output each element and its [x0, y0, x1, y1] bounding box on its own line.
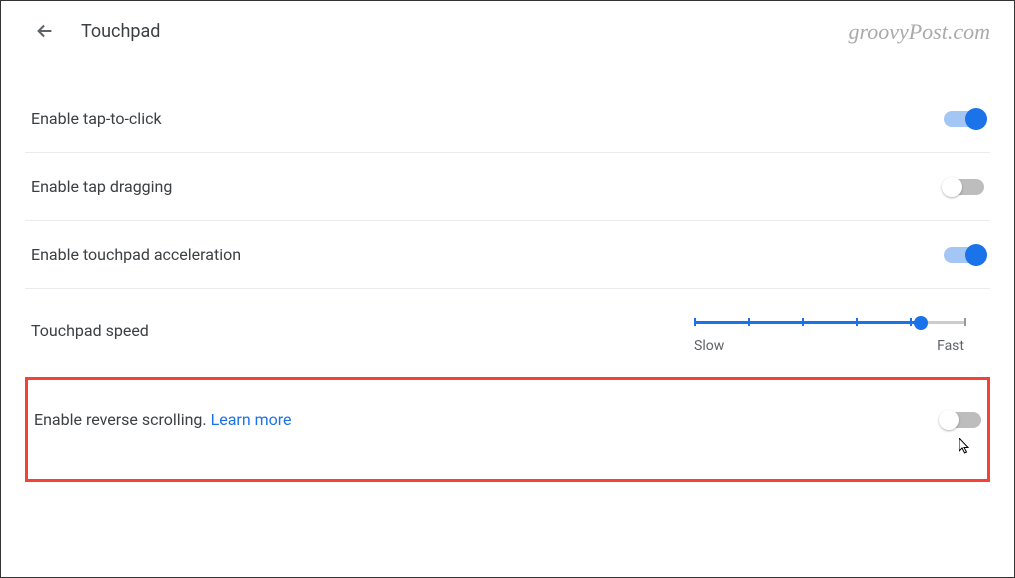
toggle-tap-to-click[interactable] [944, 111, 984, 127]
slider-container: Slow Fast [694, 321, 964, 354]
setting-tap-dragging: Enable tap dragging [25, 153, 990, 221]
setting-reverse-scrolling: Enable reverse scrolling. Learn more [25, 377, 990, 482]
setting-touchpad-acceleration: Enable touchpad acceleration [25, 221, 990, 289]
slider-max-label: Fast [937, 338, 964, 354]
setting-tap-to-click: Enable tap-to-click [25, 85, 990, 153]
setting-label: Enable touchpad acceleration [31, 245, 241, 264]
back-arrow-icon[interactable] [33, 19, 57, 43]
slider-labels: Slow Fast [694, 338, 964, 354]
cursor-icon [959, 438, 975, 454]
toggle-tap-dragging[interactable] [944, 179, 984, 195]
slider-thumb[interactable] [914, 316, 928, 330]
toggle-touchpad-acceleration[interactable] [944, 247, 984, 263]
watermark-text: groovyPost.com [848, 19, 990, 45]
toggle-reverse-scrolling[interactable] [941, 412, 981, 428]
setting-touchpad-speed: Touchpad speed Slow Fast [25, 289, 990, 378]
settings-list: Enable tap-to-click Enable tap dragging … [1, 55, 1014, 482]
slider-min-label: Slow [694, 338, 724, 354]
learn-more-link[interactable]: Learn more [211, 410, 292, 429]
setting-label: Enable tap-to-click [31, 109, 162, 128]
reverse-scrolling-text: Enable reverse scrolling. [34, 410, 211, 429]
setting-label: Enable tap dragging [31, 177, 172, 196]
setting-label: Touchpad speed [31, 321, 149, 340]
page-title: Touchpad [81, 21, 160, 42]
setting-label: Enable reverse scrolling. Learn more [34, 410, 292, 429]
speed-slider[interactable] [694, 321, 964, 324]
